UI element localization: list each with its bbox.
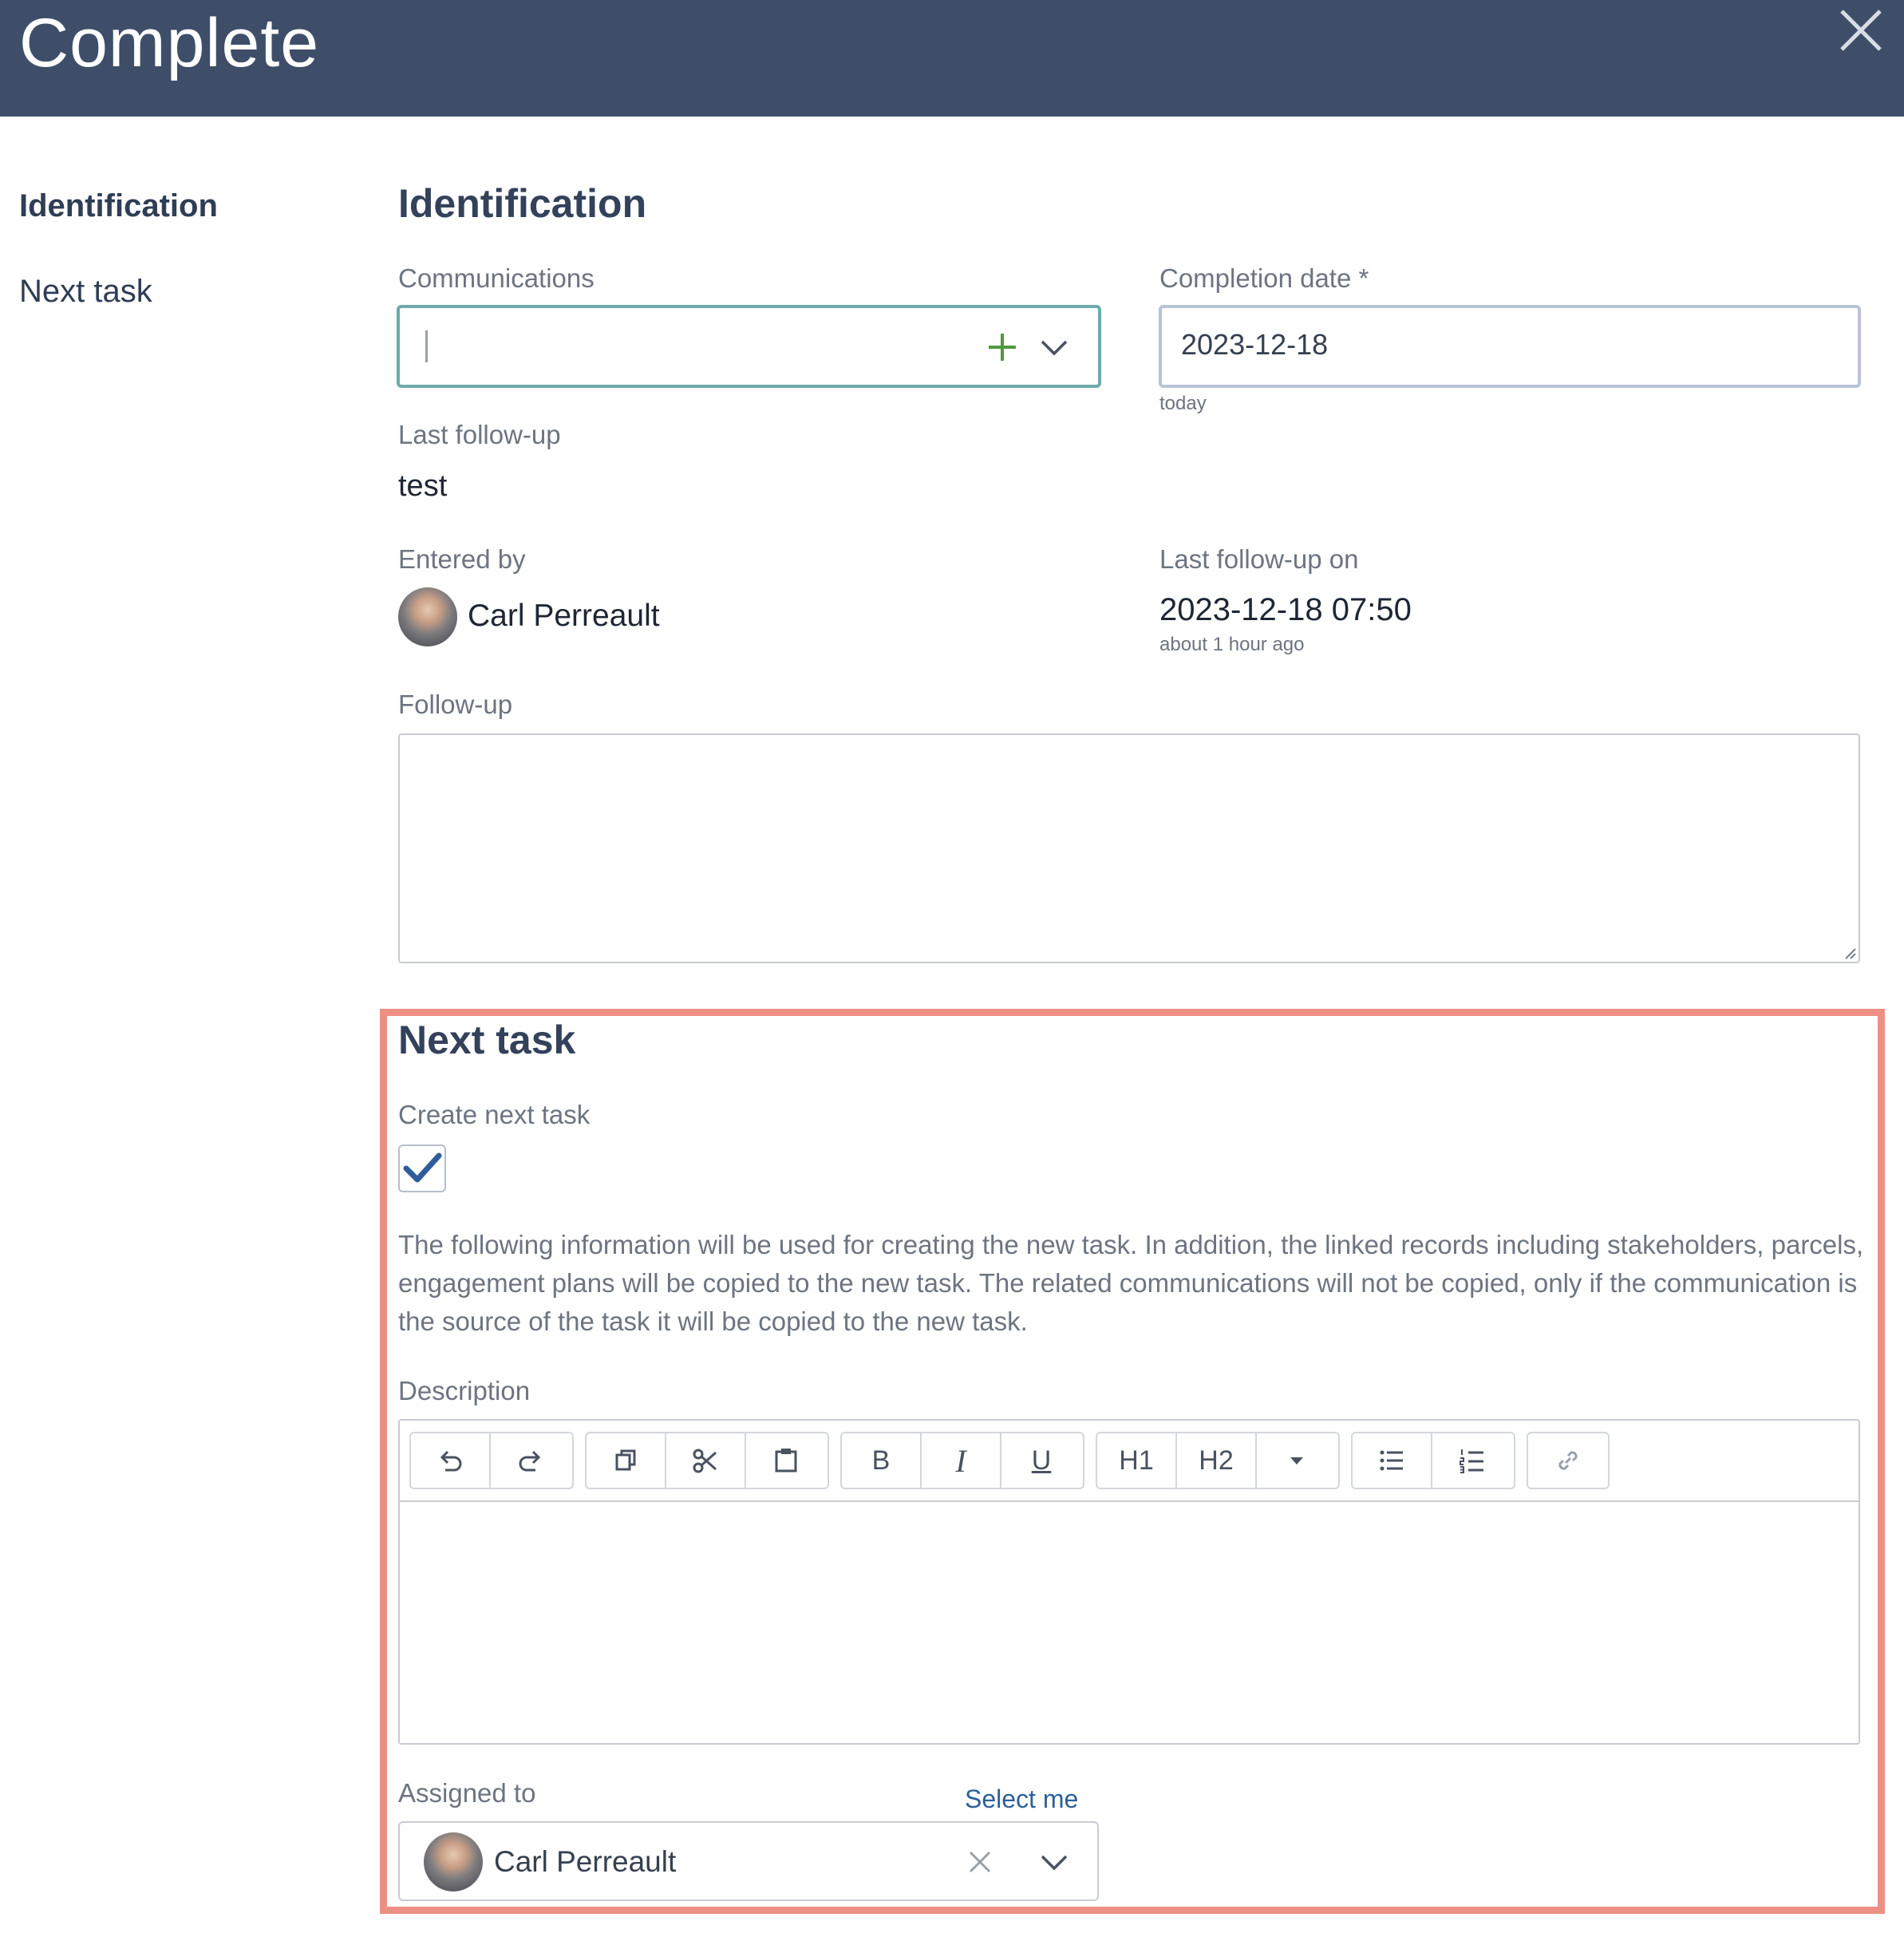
- followup-textarea[interactable]: [398, 733, 1860, 963]
- heading-dropdown-icon: [1290, 1457, 1303, 1465]
- communications-combobox[interactable]: [397, 305, 1101, 388]
- assigned-to-select[interactable]: Carl Perreault: [398, 1821, 1099, 1901]
- text-cursor: [425, 330, 428, 362]
- communications-label: Communications: [398, 263, 595, 293]
- clipboard-toolbar-group: [585, 1432, 829, 1489]
- redo-button[interactable]: [491, 1433, 571, 1488]
- undo-button[interactable]: [411, 1433, 491, 1488]
- last-followup-label: Last follow-up: [398, 420, 561, 449]
- heading-dropdown-button[interactable]: [1257, 1433, 1337, 1488]
- heading-1-label: H1: [1119, 1445, 1154, 1476]
- heading-toolbar-group: H1 H2: [1096, 1432, 1340, 1489]
- underline-button[interactable]: U: [1001, 1433, 1081, 1488]
- followup-label: Follow-up: [398, 690, 513, 719]
- last-followup-on-hint: about 1 hour ago: [1159, 634, 1305, 655]
- redo-icon: [519, 1450, 541, 1472]
- link-icon: [1558, 1451, 1578, 1470]
- bold-button[interactable]: B: [842, 1433, 922, 1488]
- checkmark-icon: [403, 1152, 442, 1183]
- paste-icon: [775, 1449, 797, 1472]
- last-followup-on-value: 2023-12-18 07:50: [1159, 592, 1412, 627]
- entered-by-name: Carl Perreault: [468, 599, 660, 633]
- list-toolbar-group: [1351, 1432, 1515, 1489]
- clear-icon[interactable]: [968, 1850, 992, 1874]
- description-editor-body[interactable]: [400, 1502, 1859, 1743]
- format-toolbar-group: B I U: [840, 1432, 1084, 1489]
- cut-icon: [693, 1449, 717, 1473]
- italic-button[interactable]: I: [922, 1433, 1001, 1488]
- heading-2-label: H2: [1199, 1445, 1234, 1476]
- chevron-down-icon[interactable]: [1038, 334, 1070, 362]
- description-label: Description: [398, 1376, 531, 1405]
- completion-date-input[interactable]: 2023-12-18: [1159, 305, 1861, 388]
- history-toolbar-group: [409, 1432, 574, 1489]
- avatar: [424, 1832, 483, 1891]
- bold-label: B: [871, 1445, 891, 1476]
- assigned-to-label: Assigned to: [398, 1778, 536, 1808]
- nav-item-next-task[interactable]: Next task: [19, 274, 152, 310]
- identification-heading: Identification: [398, 181, 647, 226]
- numbered-list-button[interactable]: [1432, 1433, 1512, 1488]
- copy-button[interactable]: [587, 1433, 666, 1488]
- completion-date-hint: today: [1159, 393, 1207, 414]
- link-button[interactable]: [1528, 1433, 1608, 1488]
- nav-item-identification[interactable]: Identification: [19, 188, 218, 224]
- paste-button[interactable]: [746, 1433, 826, 1488]
- cut-button[interactable]: [666, 1433, 746, 1488]
- dialog-title: Complete: [19, 5, 320, 81]
- italic-label: I: [955, 1442, 966, 1479]
- close-icon: [1840, 10, 1882, 51]
- create-next-task-checkbox[interactable]: [398, 1144, 446, 1192]
- undo-icon: [440, 1450, 462, 1472]
- close-button[interactable]: [1835, 5, 1886, 56]
- last-followup-value: test: [398, 469, 448, 503]
- heading-1-button[interactable]: H1: [1097, 1433, 1177, 1488]
- next-task-heading: Next task: [398, 1018, 576, 1062]
- assigned-to-name: Carl Perreault: [494, 1845, 677, 1878]
- heading-2-button[interactable]: H2: [1177, 1433, 1257, 1488]
- select-me-link[interactable]: Select me: [965, 1785, 1078, 1814]
- last-followup-on-label: Last follow-up on: [1159, 544, 1359, 574]
- dialog-header: Complete: [0, 0, 1904, 117]
- bullet-list-icon: [1380, 1450, 1403, 1471]
- underline-label: U: [1031, 1445, 1052, 1476]
- bullet-list-button[interactable]: [1353, 1433, 1432, 1488]
- description-editor: B I U H1 H2: [398, 1419, 1860, 1745]
- add-icon[interactable]: [986, 330, 1019, 364]
- numbered-list-icon: [1460, 1449, 1483, 1473]
- resize-handle-icon[interactable]: [1843, 946, 1857, 960]
- link-toolbar-group: [1527, 1432, 1610, 1489]
- chevron-down-icon[interactable]: [1038, 1848, 1070, 1877]
- avatar: [398, 587, 457, 646]
- create-next-task-label: Create next task: [398, 1100, 591, 1129]
- completion-date-label: Completion date *: [1159, 263, 1369, 293]
- next-task-info-text: The following information will be used f…: [398, 1230, 1864, 1336]
- entered-by-label: Entered by: [398, 544, 526, 574]
- copy-icon: [615, 1449, 636, 1471]
